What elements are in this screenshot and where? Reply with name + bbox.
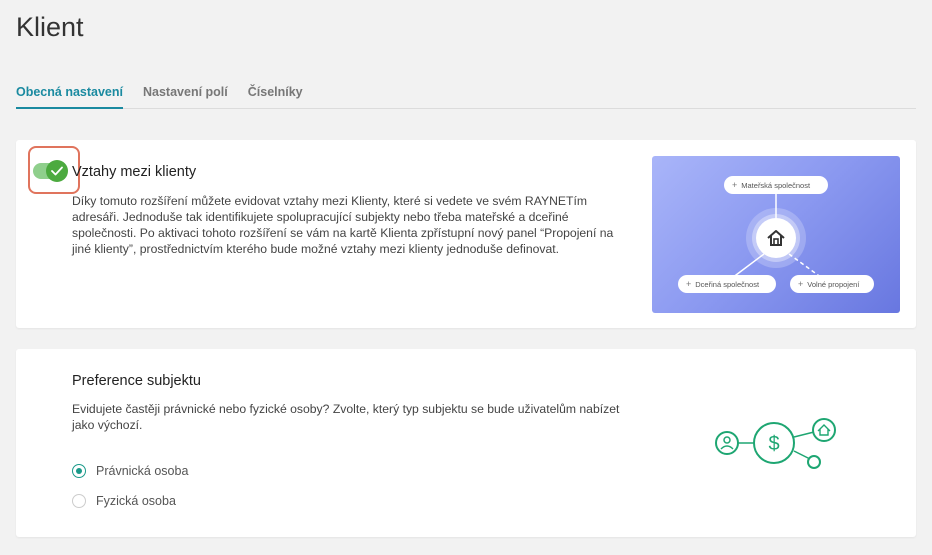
parent-company-pill: + Mateřská společnost (724, 176, 828, 194)
client-relations-toggle[interactable] (33, 160, 68, 182)
client-relations-illustration: + Mateřská společnost + Dceřiná společno… (652, 156, 900, 313)
plus-icon: + (798, 279, 804, 289)
radio-natural-person[interactable]: Fyzická osoba (72, 494, 176, 508)
tab-general-settings[interactable]: Obecná nastavení (16, 78, 123, 109)
radio-legal-entity[interactable]: Právnická osoba (72, 464, 188, 478)
svg-text:$: $ (768, 433, 779, 455)
free-link-pill: + Volné propojení (790, 275, 874, 293)
plus-icon: + (686, 279, 692, 289)
check-icon (46, 160, 68, 182)
subject-preference-card: Preference subjektu Evidujete častěji pr… (16, 349, 916, 537)
radio-button[interactable] (72, 494, 86, 508)
plus-icon: + (732, 180, 738, 190)
subsidiary-pill: + Dceřiná společnost (678, 275, 776, 293)
tab-codelists[interactable]: Číselníky (248, 78, 303, 107)
subject-preference-description: Evidujete častěji právnické nebo fyzické… (72, 402, 620, 432)
page-title: Klient (16, 12, 84, 42)
home-icon (765, 227, 787, 249)
client-relations-title: Vztahy mezi klienty (72, 164, 197, 180)
client-relations-description: Díky tomuto rozšíření můžete evidovat vz… (72, 194, 614, 256)
radio-button-checked[interactable] (72, 464, 86, 478)
subject-preference-title: Preference subjektu (72, 373, 201, 389)
tab-bar: Obecná nastavení Nastavení polí Číselník… (16, 78, 916, 109)
subject-illustration: $ (712, 413, 842, 473)
tab-field-settings[interactable]: Nastavení polí (143, 78, 228, 107)
client-relations-card: Vztahy mezi klienty Díky tomuto rozšířen… (16, 140, 916, 328)
